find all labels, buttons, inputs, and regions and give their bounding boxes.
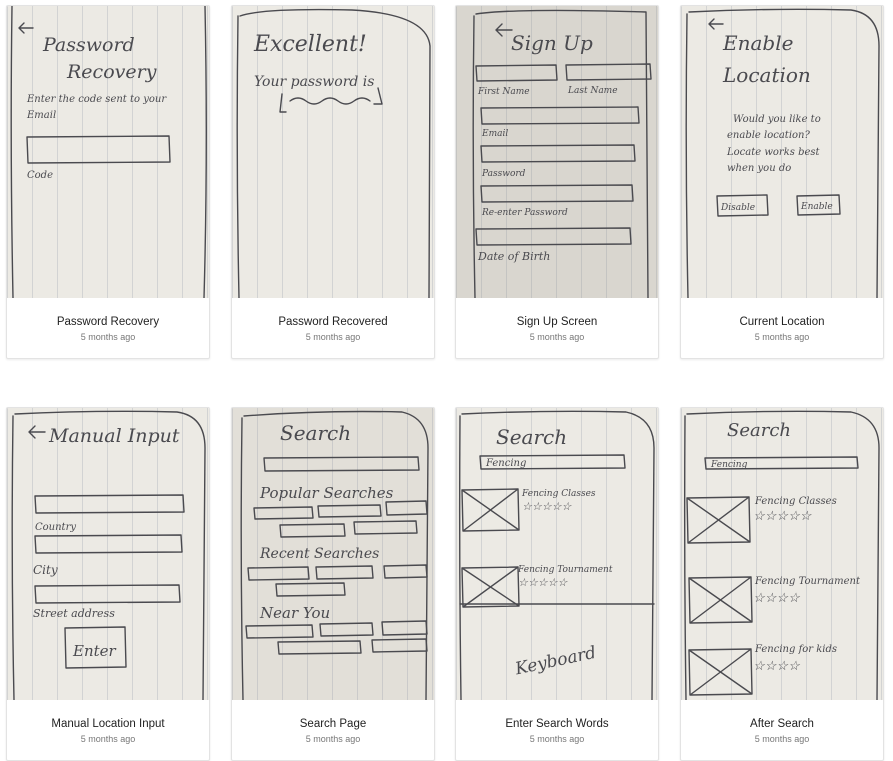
svg-text:Fencing: Fencing [710, 460, 748, 470]
card-current-location[interactable]: Enable Location Would you like to enable… [680, 5, 884, 359]
svg-text:Enter: Enter [72, 642, 117, 660]
sketch-thumbnail: Search Fencing Fencing Classes ☆☆☆☆☆ Fen… [456, 408, 658, 700]
svg-text:Location: Location [722, 63, 811, 87]
card-timestamp: 5 months ago [529, 332, 585, 342]
card-title: Search Page [299, 718, 367, 730]
card-title: Manual Location Input [51, 718, 165, 730]
svg-text:Enable: Enable [800, 202, 833, 212]
sketch-thumbnail: Password Recovery Enter the code sent to… [7, 6, 209, 298]
svg-text:Excellent!: Excellent! [253, 32, 367, 57]
card-manual-location-input[interactable]: Manual Input Country City Street address… [6, 407, 210, 761]
sketch-drawing: Password Recovery Enter the code sent to… [10, 6, 207, 298]
card-timestamp: 5 months ago [305, 332, 361, 342]
card-enter-search-words[interactable]: Search Fencing Fencing Classes ☆☆☆☆☆ Fen… [455, 407, 659, 761]
card-password-recovered[interactable]: Excellent! Your password is Password Rec… [231, 5, 435, 359]
svg-text:Email: Email [26, 110, 56, 121]
sketch-thumbnail: Manual Input Country City Street address… [7, 408, 209, 700]
svg-text:Fencing Classes: Fencing Classes [754, 496, 837, 507]
svg-text:Would you like to: Would you like to [733, 114, 821, 125]
sketch-drawing: Enable Location Would you like to enable… [685, 8, 880, 298]
card-password-recovery[interactable]: Password Recovery Enter the code sent to… [6, 5, 210, 359]
sketch-drawing: Search Popular Searches Recent Searches … [240, 410, 429, 700]
svg-text:Password: Password [481, 169, 526, 179]
svg-text:Country: Country [35, 522, 76, 533]
card-sign-up-screen[interactable]: Sign Up First Name Last Name Email Passw… [455, 5, 659, 359]
card-title: Enter Search Words [505, 718, 609, 730]
card-timestamp: 5 months ago [80, 734, 136, 744]
svg-text:Fencing: Fencing [485, 458, 526, 469]
sketch-drawing: Manual Input Country City Street address… [11, 410, 206, 700]
svg-text:Last Name: Last Name [567, 86, 618, 96]
svg-text:Date of Birth: Date of Birth [477, 250, 550, 263]
svg-text:Password: Password [42, 34, 135, 56]
svg-text:Near You: Near You [259, 604, 330, 622]
sketch-thumbnail: Search Fencing Fencing Classes ☆☆☆☆☆ Fen… [681, 408, 883, 700]
sketch-thumbnail: Sign Up First Name Last Name Email Passw… [456, 6, 658, 298]
svg-text:enable location?: enable location? [727, 130, 810, 141]
svg-text:☆☆☆☆: ☆☆☆☆ [753, 659, 801, 674]
svg-text:Your password is: Your password is [254, 74, 374, 90]
card-title: After Search [750, 718, 814, 730]
svg-text:Recovery: Recovery [66, 61, 157, 83]
svg-text:Search: Search [280, 421, 351, 445]
svg-text:Re-enter Password: Re-enter Password [481, 208, 568, 218]
svg-text:Enable: Enable [722, 31, 793, 55]
svg-text:Fencing for kids: Fencing for kids [754, 644, 837, 655]
svg-text:☆☆☆☆☆: ☆☆☆☆☆ [753, 509, 813, 524]
svg-text:Fencing Tournament: Fencing Tournament [754, 576, 861, 587]
sketch-thumbnail: Search Popular Searches Recent Searches … [232, 408, 434, 700]
sketch-drawing: Excellent! Your password is [236, 8, 431, 298]
card-timestamp: 5 months ago [529, 734, 585, 744]
svg-text:Locate works best: Locate works best [726, 147, 821, 158]
sketch-drawing: Search Fencing Fencing Classes ☆☆☆☆☆ Fen… [458, 410, 655, 700]
svg-text:Street address: Street address [33, 607, 115, 620]
card-timestamp: 5 months ago [305, 734, 361, 744]
svg-text:Search: Search [727, 420, 791, 441]
svg-text:Email: Email [481, 129, 508, 139]
svg-text:First Name: First Name [477, 87, 530, 97]
card-title: Current Location [739, 316, 825, 328]
card-timestamp: 5 months ago [754, 332, 810, 342]
svg-text:Search: Search [496, 425, 567, 449]
sketch-thumbnail: Excellent! Your password is [232, 6, 434, 298]
svg-text:when you do: when you do [727, 163, 791, 174]
svg-text:Keyboard: Keyboard [512, 643, 598, 680]
svg-text:Disable: Disable [720, 203, 755, 213]
svg-text:Sign Up: Sign Up [511, 31, 593, 55]
svg-text:Manual Input: Manual Input [48, 425, 180, 447]
svg-text:☆☆☆☆☆: ☆☆☆☆☆ [518, 576, 568, 589]
svg-text:Fencing Tournament: Fencing Tournament [517, 565, 613, 575]
card-title: Sign Up Screen [516, 316, 598, 328]
card-title: Password Recovery [56, 316, 160, 328]
sketch-drawing: Search Fencing Fencing Classes ☆☆☆☆☆ Fen… [683, 410, 880, 700]
svg-text:Code: Code [27, 170, 53, 181]
sketch-drawing: Sign Up First Name Last Name Email Passw… [472, 9, 652, 298]
svg-text:☆☆☆☆☆: ☆☆☆☆☆ [522, 500, 572, 513]
svg-text:City: City [33, 563, 58, 577]
svg-text:Recent Searches: Recent Searches [259, 546, 379, 562]
sketch-thumbnail: Enable Location Would you like to enable… [681, 6, 883, 298]
svg-text:☆☆☆☆: ☆☆☆☆ [753, 591, 801, 606]
svg-text:Fencing Classes: Fencing Classes [521, 489, 596, 499]
card-after-search[interactable]: Search Fencing Fencing Classes ☆☆☆☆☆ Fen… [680, 407, 884, 761]
card-search-page[interactable]: Search Popular Searches Recent Searches … [231, 407, 435, 761]
svg-text:Popular Searches: Popular Searches [259, 484, 394, 502]
card-timestamp: 5 months ago [80, 332, 136, 342]
card-timestamp: 5 months ago [754, 734, 810, 744]
card-title: Password Recovered [278, 316, 388, 328]
svg-text:Enter the code sent to your: Enter the code sent to your [26, 94, 167, 105]
